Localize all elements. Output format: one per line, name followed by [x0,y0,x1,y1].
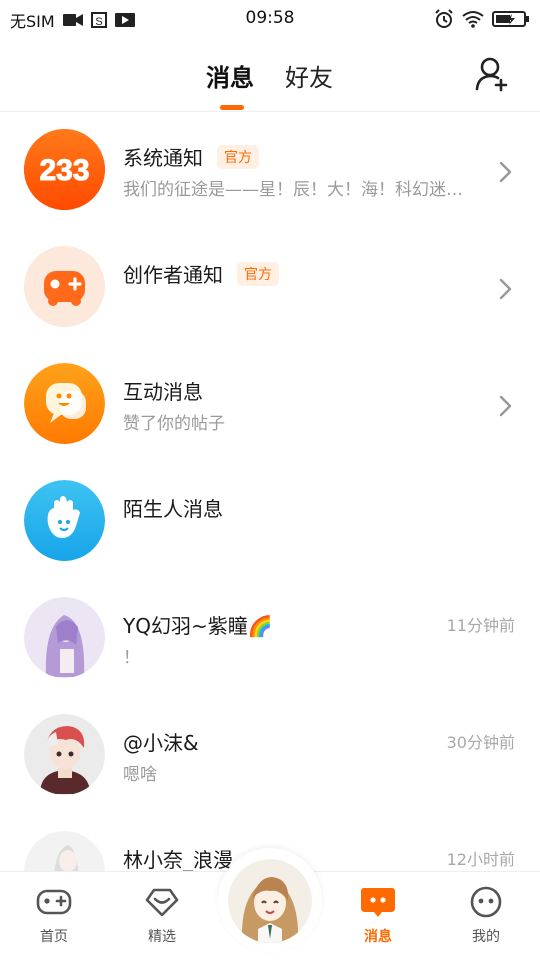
row-title: 陌生人消息 [123,497,223,521]
status-right [434,9,530,29]
center-avatar-button[interactable] [228,859,312,943]
list-item-interaction[interactable]: 互动消息 赞了你的帖子 [0,346,540,463]
wave-hand-icon [24,480,105,561]
nav-label: 消息 [364,929,392,945]
nav-label: 我的 [472,929,500,945]
row-title: @小沫& [123,731,199,755]
row-title: 创作者通知 官方 [123,259,279,288]
nav-featured[interactable]: 精选 [127,886,197,946]
row-subtitle: 嗯啥 [123,765,157,785]
user-avatar [24,714,105,795]
add-user-icon[interactable] [474,56,510,92]
row-title: 林小奈_浪漫 [123,848,233,872]
row-time: 12小时前 [446,850,515,869]
list-item-creator-notice[interactable]: 创作者通知 官方 [0,229,540,346]
svg-text:233: 233 [39,154,89,187]
status-bar: 无SIM S 09:58 [0,0,540,38]
nav-label: 首页 [40,929,68,945]
official-badge: 官方 [237,262,279,286]
official-badge: 官方 [217,145,259,169]
gamepad-outline-icon [36,889,72,915]
list-item-system-notice[interactable]: 233 系统通知 官方 我们的征途是——星！辰！大！海！科幻迷… [0,112,540,229]
row-title-text: 系统通知 [123,146,203,170]
row-subtitle: 赞了你的帖子 [123,414,225,434]
nav-messages[interactable]: 消息 [343,886,413,946]
smile-face-icon [470,886,502,918]
row-subtitle: 我们的征途是——星！辰！大！海！科幻迷… [123,180,463,200]
row-title-text: 创作者通知 [123,263,223,287]
battery-charging-icon [492,11,529,27]
user-avatar [228,859,312,943]
row-title: 系统通知 官方 [123,142,259,171]
nav-profile[interactable]: 我的 [451,886,521,946]
tab-indicator [220,105,244,110]
row-time: 11分钟前 [446,616,515,635]
row-title: YQ幻羽~紫瞳🌈 [123,614,273,638]
list-item-chat[interactable]: YQ幻羽~紫瞳🌈 ！ 11分钟前 [0,580,540,697]
tab-messages[interactable]: 消息 [206,58,254,93]
list-item-chat[interactable]: @小沫& 嗯啥 30分钟前 [0,697,540,814]
alarm-icon [435,9,453,28]
chevron-right-icon [499,161,512,183]
user-avatar [24,597,105,678]
tab-friends[interactable]: 好友 [285,58,333,93]
nav-home[interactable]: 首页 [19,886,89,946]
233-logo-icon: 233 [24,129,105,210]
row-subtitle: ！ [123,648,140,668]
chevron-right-icon [499,278,512,300]
chevron-right-icon [499,395,512,417]
list-item-stranger[interactable]: 陌生人消息 [0,463,540,580]
nav-label: 精选 [148,929,176,945]
gamepad-icon [24,246,105,327]
top-header: 消息 好友 [0,38,540,112]
wifi-icon [462,11,484,28]
heart-diamond-icon [145,888,179,917]
message-bubble-icon [361,888,395,917]
row-title: 互动消息 [123,380,203,404]
row-time: 30分钟前 [446,733,515,752]
chat-bubble-icon [24,363,105,444]
